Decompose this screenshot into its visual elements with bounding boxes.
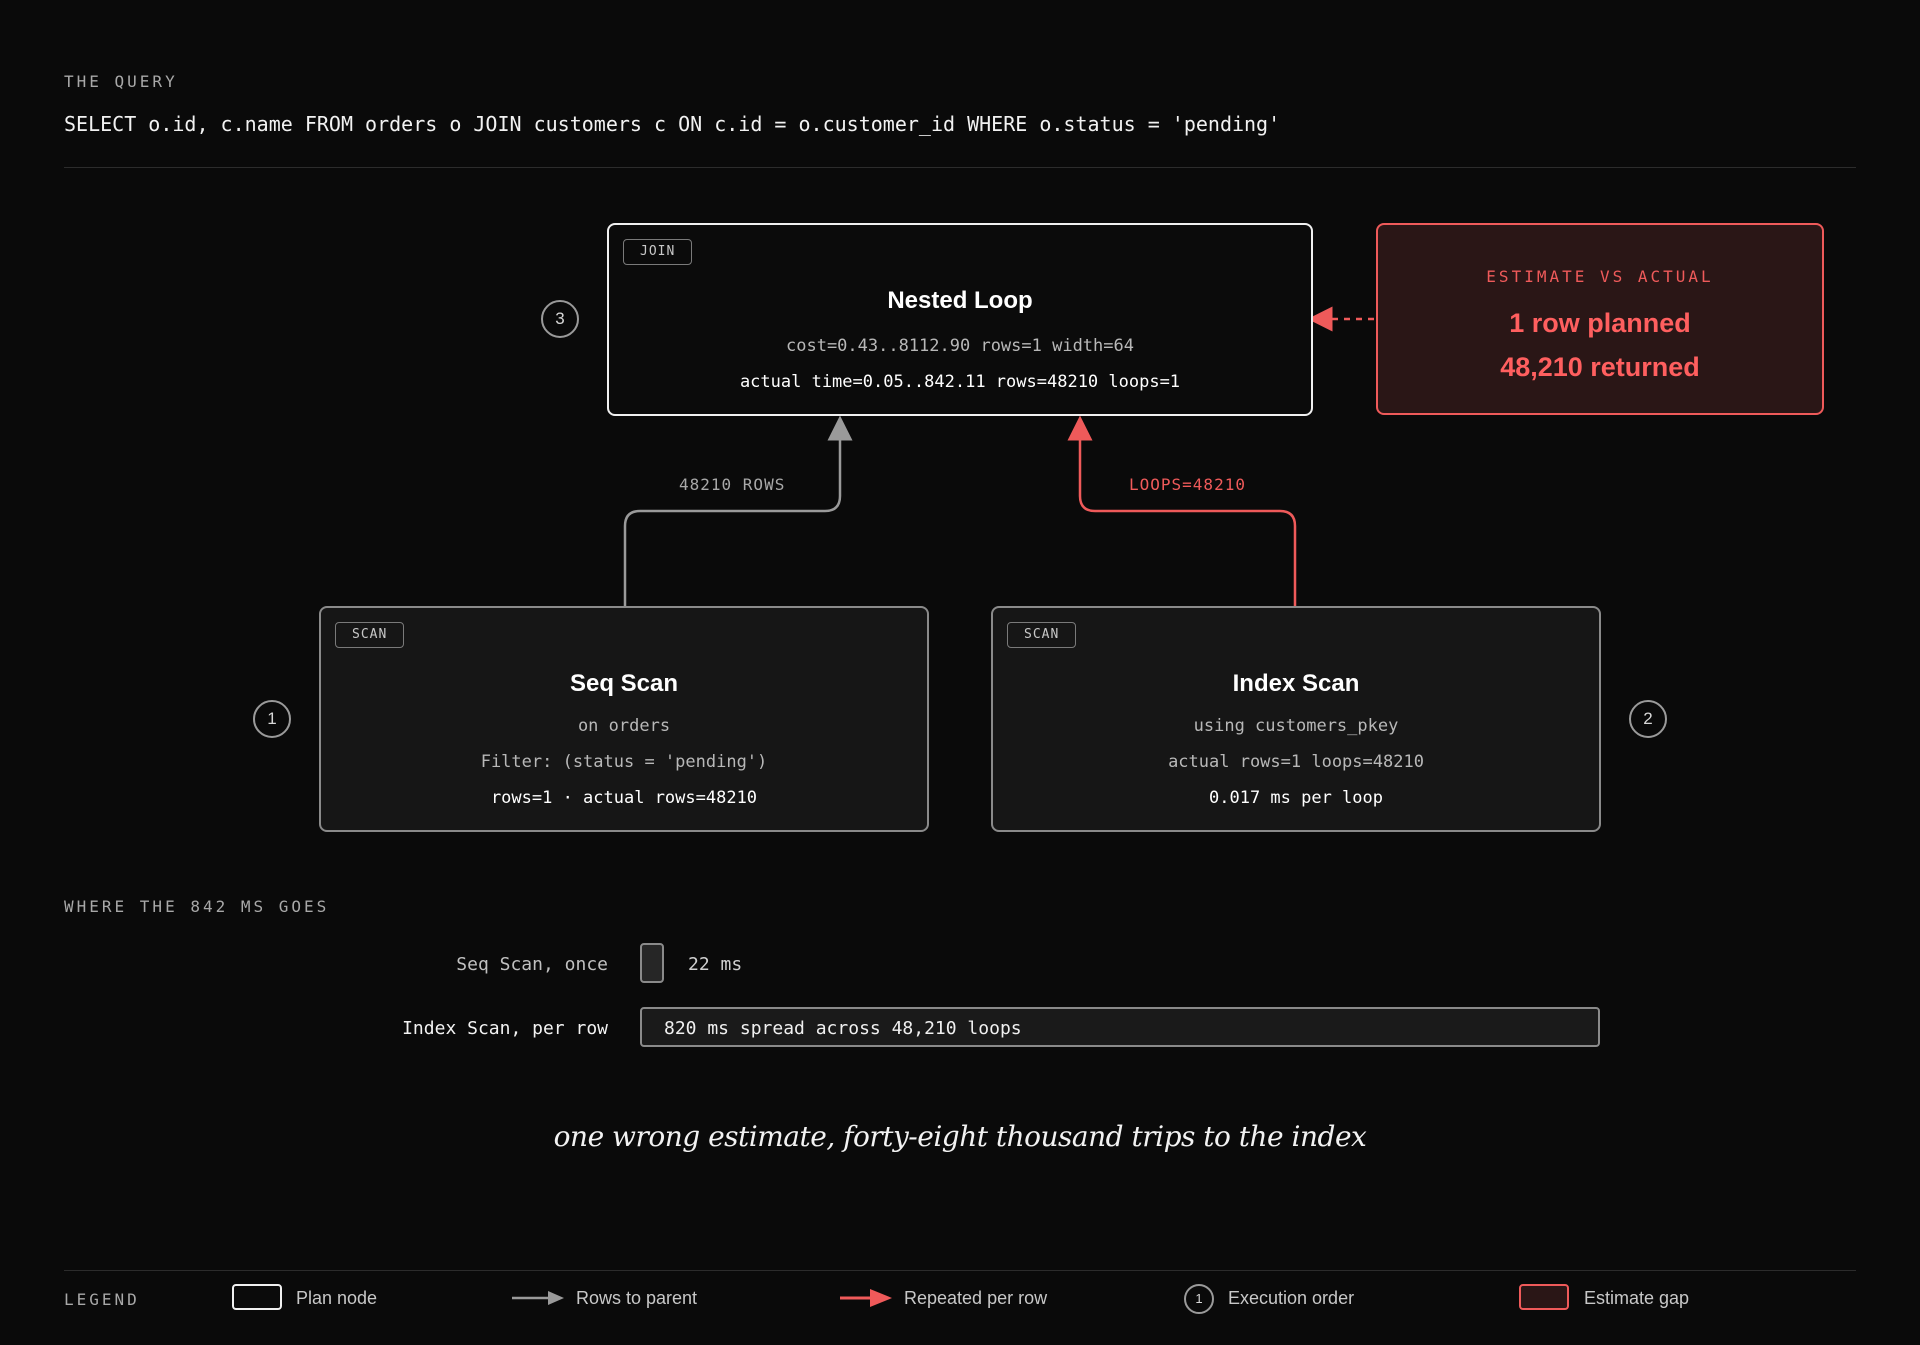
legend-repeated-per-row-text: Repeated per row <box>904 1288 1048 1308</box>
divider-legend <box>64 1270 1856 1271</box>
node-filter: Filter: (status = 'pending') <box>480 752 768 772</box>
timing-bar-seq <box>640 943 664 983</box>
legend-rows-to-parent-text: Rows to parent <box>576 1288 698 1308</box>
edge-repeated-per-row <box>1067 415 1297 606</box>
node-cost: cost=0.43..8112.90 rows=1 width=64 <box>786 336 1134 356</box>
node-relation: on orders <box>577 716 671 736</box>
estimate-returned: 48,210 returned <box>1500 352 1700 382</box>
legend-rows-arrow-icon <box>512 1291 564 1305</box>
node-type-tag: SCAN <box>1007 622 1077 648</box>
legend-repeated-arrow-icon <box>840 1289 892 1307</box>
execution-order-badge: 3 <box>541 300 579 338</box>
legend-estimate-gap-swatch <box>1519 1284 1569 1310</box>
node-per-loop: 0.017 ms per loop <box>1209 788 1383 808</box>
estimate-gap-callout: ESTIMATE VS ACTUAL 1 row planned 48,210 … <box>1376 223 1824 415</box>
seq-scan-node[interactable]: SCAN Seq Scan on orders Filter: (status … <box>319 606 929 832</box>
legend-estimate-gap-text: Estimate gap <box>1584 1288 1690 1308</box>
execution-order-badge: 2 <box>1629 700 1667 738</box>
timing-bar-index: 820 ms spread across 48,210 loops <box>640 1007 1600 1047</box>
plan-edges <box>623 306 1374 606</box>
node-actual: actual rows=1 loops=48210 <box>1168 752 1424 772</box>
node-actual: actual time=0.05..842.11 rows=48210 loop… <box>739 372 1181 392</box>
legend-plan-node-swatch <box>232 1284 282 1310</box>
node-type-tag: SCAN <box>335 622 405 648</box>
estimate-planned: 1 row planned <box>1509 308 1691 338</box>
rows-edge-label: 48210 ROWS <box>679 475 786 494</box>
node-index: using customers_pkey <box>1193 716 1399 736</box>
timing-value-seq: 22 ms <box>688 954 743 975</box>
node-title: Seq Scan <box>569 670 679 697</box>
loops-edge-label: LOOPS=48210 <box>1129 475 1246 494</box>
legend-execution-order-icon: 1 <box>1184 1284 1214 1314</box>
timing-value-index: 820 ms spread across 48,210 loops <box>664 1018 1022 1039</box>
caption: one wrong estimate, forty-eight thousand… <box>553 1120 1367 1153</box>
timing-section-label: WHERE THE 842 MS GOES <box>64 897 330 916</box>
node-title: Index Scan <box>1232 670 1360 697</box>
node-title: Nested Loop <box>887 287 1033 314</box>
node-type-tag: JOIN <box>623 239 693 265</box>
edge-rows-to-parent <box>623 415 853 606</box>
legend-execution-order-text: Execution order <box>1228 1288 1355 1308</box>
index-scan-node[interactable]: SCAN Index Scan using customers_pkey act… <box>991 606 1601 832</box>
legend-plan-node-text: Plan node <box>296 1288 378 1308</box>
node-rows: rows=1 · actual rows=48210 <box>490 788 758 808</box>
timing-row-label-index: Index Scan, per row <box>402 1018 608 1039</box>
nested-loop-node[interactable]: JOIN Nested Loop cost=0.43..8112.90 rows… <box>607 223 1313 416</box>
execution-order-badge: 1 <box>253 700 291 738</box>
legend-label: LEGEND <box>64 1290 140 1309</box>
timing-row-label-seq: Seq Scan, once <box>456 954 608 975</box>
estimate-label: ESTIMATE VS ACTUAL <box>1486 267 1714 286</box>
